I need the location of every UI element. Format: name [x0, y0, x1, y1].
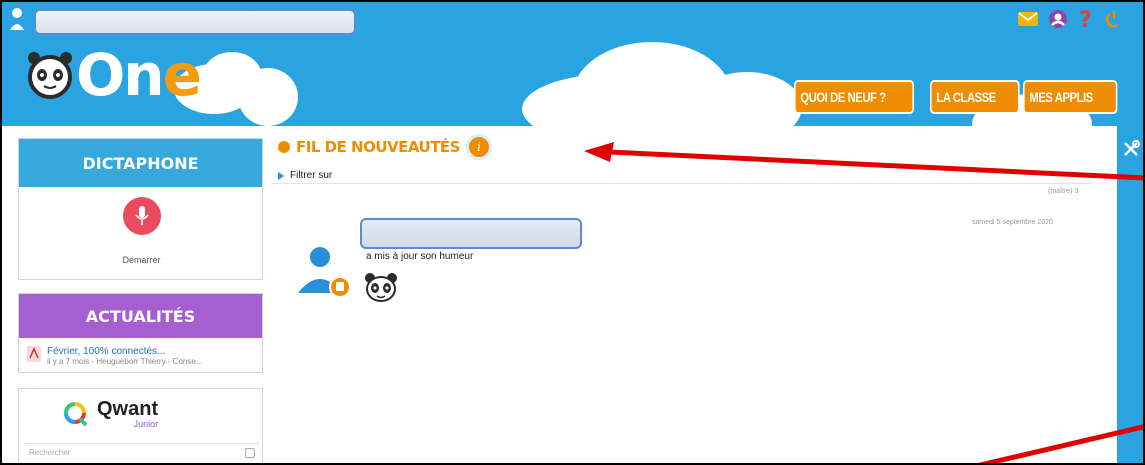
news-thumbnail-icon	[27, 346, 41, 362]
app-frame: ? One QUOI DE NEUF ? LA CLASSE MES APPLI…	[0, 0, 1145, 465]
top-bar: ?	[2, 2, 1143, 38]
panda-logo-icon	[28, 52, 72, 99]
feed-bullet-icon	[278, 141, 290, 153]
info-button[interactable]: i	[465, 134, 492, 160]
qwant-q-icon	[64, 402, 88, 427]
actualites-item-meta: il y a 7 mois - Heugueborr Thierry - Con…	[47, 357, 203, 366]
annotation-arrow	[584, 142, 1143, 181]
actualites-item-title[interactable]: Février, 100% connectés...	[47, 346, 202, 357]
logo-text: One	[76, 41, 202, 109]
expand-arrow-icon	[278, 171, 284, 180]
feed-header: FIL DE NOUVEAUTÉS i	[278, 134, 492, 160]
dictaphone-widget: DICTAPHONE Démarrer	[18, 138, 263, 280]
microphone-icon	[135, 206, 149, 225]
qwant-search-input[interactable]: Rechercher	[25, 443, 259, 463]
cloud	[238, 68, 298, 126]
mail-icon[interactable]	[1018, 8, 1038, 30]
nav-mes-applis[interactable]: MES APPLIS	[1023, 80, 1118, 114]
qwant-junior: Junior	[133, 419, 159, 429]
help-icon[interactable]: ?	[1078, 8, 1094, 30]
dictaphone-start-label[interactable]: Démarrer	[19, 255, 264, 265]
actualites-widget: ACTUALITÉS Février, 100% connectés... il…	[18, 293, 263, 373]
main-nav-3: MES APPLIS	[1023, 80, 1141, 114]
nav-quoi-de-neuf[interactable]: QUOI DE NEUF ?	[794, 80, 914, 114]
qwant-widget: Qwant Junior Rechercher	[18, 388, 263, 463]
account-icon[interactable]	[1048, 8, 1068, 30]
feed-filter[interactable]: Filtrer sur	[278, 170, 332, 181]
svg-text:?: ?	[1079, 8, 1092, 30]
search-icon[interactable]	[245, 448, 255, 458]
masked-user-name[interactable]	[360, 218, 582, 249]
nav-la-classe[interactable]: LA CLASSE	[930, 80, 1020, 114]
dictaphone-title: DICTAPHONE	[19, 139, 262, 187]
record-button[interactable]	[123, 197, 161, 235]
top-icons: ?	[1018, 6, 1124, 32]
filter-label: Filtrer sur	[290, 170, 333, 181]
user-icon[interactable]	[10, 6, 24, 32]
annotation-arrow	[977, 424, 1143, 463]
feed-entry-text: a mis à jour son humeur	[366, 251, 474, 262]
feed-title: FIL DE NOUVEAUTÉS	[296, 138, 460, 156]
qwant-logo: Qwant Junior	[63, 399, 158, 429]
panda-mood-icon	[365, 273, 397, 302]
qwant-search-placeholder: Rechercher	[29, 448, 71, 457]
feed-entry-date: samedi 5 septembre 2020	[972, 219, 1053, 226]
main-nav: QUOI DE NEUF ?	[794, 80, 944, 114]
user-avatar-icon[interactable]	[296, 245, 356, 303]
masked-user-field	[34, 9, 356, 35]
actualites-item[interactable]: Février, 100% connectés... il y a 7 mois…	[27, 346, 202, 366]
actualites-title: ACTUALITÉS	[19, 294, 262, 338]
one-logo[interactable]: One	[24, 41, 202, 109]
qwant-brand: Qwant	[97, 398, 159, 420]
